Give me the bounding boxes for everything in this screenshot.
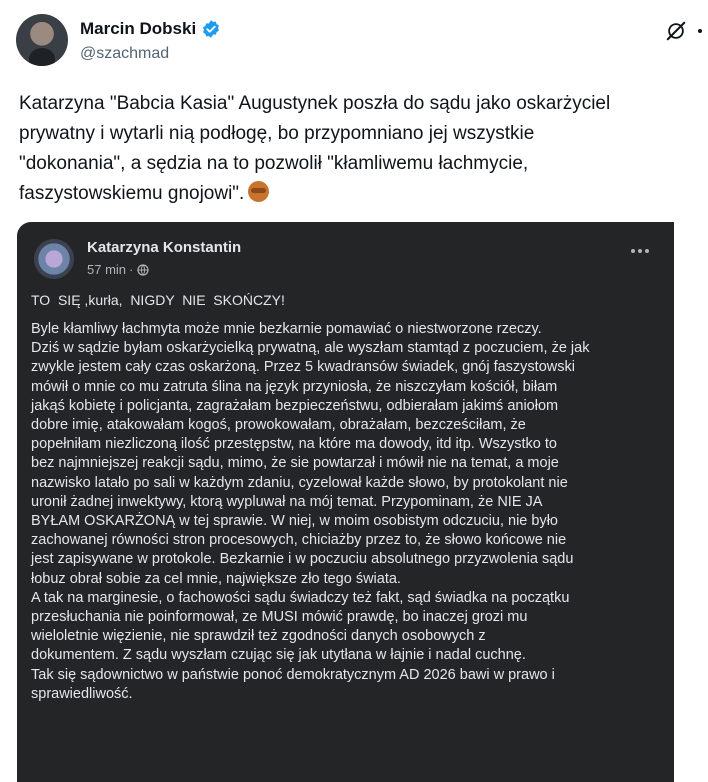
embedded-post-image[interactable]: Katarzyna Konstantin 57 min · TO SIĘ ,ku… <box>17 222 674 782</box>
post-headline: TO SIĘ ,kurła, NIGDY NIE SKOŃCZY! <box>31 292 285 308</box>
author-name-row: Marcin Dobski <box>80 19 221 39</box>
author-avatar[interactable] <box>16 14 68 66</box>
post-meta: 57 min · <box>87 262 149 277</box>
post-more-icon <box>631 249 649 253</box>
post-body: Byle kłamliwy łachmyta może mnie bezkarn… <box>31 321 590 702</box>
post-time: 57 min <box>87 262 127 277</box>
verified-badge-icon <box>203 20 220 38</box>
tweet-text: Katarzyna "Babcia Kasia" Augustynek posz… <box>19 89 699 209</box>
grok-icon[interactable] <box>665 20 687 42</box>
tweet-body: Katarzyna "Babcia Kasia" Augustynek posz… <box>19 93 611 204</box>
globe-icon <box>137 263 149 276</box>
see-no-evil-monkey-icon <box>248 181 270 202</box>
post-author-name: Katarzyna Konstantin <box>87 239 242 256</box>
author-name[interactable]: Marcin Dobski <box>80 19 196 39</box>
author-handle[interactable]: @szachmad <box>80 45 169 63</box>
post-meta-separator: · <box>129 262 134 277</box>
post-author-avatar <box>34 239 74 279</box>
more-options-icon[interactable] <box>692 20 708 42</box>
